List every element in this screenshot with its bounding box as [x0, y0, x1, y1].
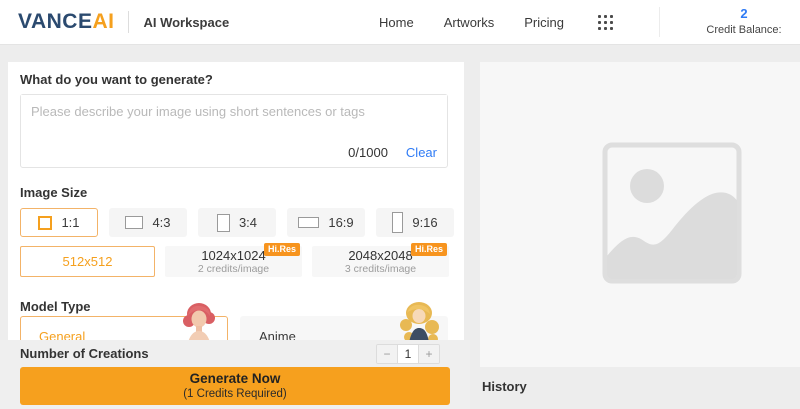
char-counter: 0/1000 — [348, 145, 388, 160]
apps-grid-icon[interactable] — [598, 15, 613, 30]
aspect-label: 9:16 — [412, 215, 437, 230]
resolution-512-button[interactable]: 512x512 — [20, 246, 155, 277]
square-ratio-icon — [38, 216, 52, 230]
aspect-label: 1:1 — [61, 215, 79, 230]
aspect-1-1-button[interactable]: 1:1 — [20, 208, 98, 237]
generation-footer: Number of Creations − 1 + Generate Now (… — [0, 340, 470, 409]
workspace-title: AI Workspace — [143, 15, 229, 30]
decrease-button[interactable]: − — [377, 345, 397, 363]
aspect-label: 16:9 — [328, 215, 353, 230]
generate-now-button[interactable]: Generate Now (1 Credits Required) — [20, 367, 450, 405]
aspect-label: 3:4 — [239, 215, 257, 230]
nav-home[interactable]: Home — [379, 15, 414, 30]
aspect-3-4-button[interactable]: 3:4 — [198, 208, 276, 237]
prompt-question: What do you want to generate? — [20, 72, 213, 87]
aspect-ratio-row: 1:1 4:3 3:4 16:9 9:16 — [20, 208, 454, 237]
aspect-4-3-button[interactable]: 4:3 — [109, 208, 187, 237]
preview-panel — [480, 62, 800, 367]
header-divider — [659, 7, 660, 37]
generate-label: Generate Now — [20, 371, 450, 387]
aspect-label: 4:3 — [152, 215, 170, 230]
prompt-input[interactable] — [21, 95, 447, 141]
credit-balance[interactable]: 2 Credit Balance: — [694, 6, 794, 37]
prompt-footer: 0/1000 Clear — [348, 145, 437, 160]
logo-ai: AI — [92, 10, 114, 34]
history-section-label: History — [482, 379, 527, 394]
creations-value: 1 — [397, 345, 419, 363]
tall-ratio-icon — [392, 212, 403, 233]
generation-panel: What do you want to generate? 0/1000 Cle… — [8, 62, 464, 340]
vanceai-logo[interactable]: VANCE AI — [18, 10, 114, 34]
portrait-ratio-icon — [217, 214, 230, 232]
hires-badge: Hi.Res — [264, 243, 300, 256]
resolution-label: 2048x2048 — [348, 249, 412, 263]
generate-credits-note: (1 Credits Required) — [20, 387, 450, 401]
wide-ratio-icon — [298, 217, 319, 228]
nav-artworks[interactable]: Artworks — [444, 15, 495, 30]
image-placeholder-icon — [602, 142, 742, 284]
model-type-label: Model Type — [20, 299, 91, 314]
nav-pricing[interactable]: Pricing — [524, 15, 564, 30]
credit-balance-value: 2 — [694, 6, 794, 23]
resolution-credits: 3 credits/image — [345, 263, 416, 275]
aspect-9-16-button[interactable]: 9:16 — [376, 208, 454, 237]
resolution-1024-button[interactable]: 1024x1024 2 credits/image Hi.Res — [165, 246, 302, 277]
number-of-creations-label: Number of Creations — [20, 346, 149, 361]
increase-button[interactable]: + — [419, 345, 439, 363]
prompt-box: 0/1000 Clear — [20, 94, 448, 168]
logo-divider — [128, 11, 129, 33]
resolution-row: 512x512 1024x1024 2 credits/image Hi.Res… — [20, 246, 449, 277]
resolution-credits: 2 credits/image — [198, 263, 269, 275]
top-bar: VANCE AI AI Workspace Home Artworks Pric… — [0, 0, 800, 45]
resolution-label: 1024x1024 — [201, 249, 265, 263]
credit-balance-label: Credit Balance: — [694, 23, 794, 37]
resolution-label: 512x512 — [63, 255, 113, 269]
hires-badge: Hi.Res — [411, 243, 447, 256]
clear-button[interactable]: Clear — [406, 145, 437, 160]
app-window: VANCE AI AI Workspace Home Artworks Pric… — [0, 0, 800, 409]
resolution-2048-button[interactable]: 2048x2048 3 credits/image Hi.Res — [312, 246, 449, 277]
creations-stepper: − 1 + — [376, 344, 440, 364]
aspect-16-9-button[interactable]: 16:9 — [287, 208, 365, 237]
landscape-ratio-icon — [125, 216, 143, 229]
logo-vance: VANCE — [18, 10, 92, 34]
header-nav: Home Artworks Pricing 2 Credit Balance: — [379, 6, 800, 37]
image-size-label: Image Size — [20, 185, 87, 200]
